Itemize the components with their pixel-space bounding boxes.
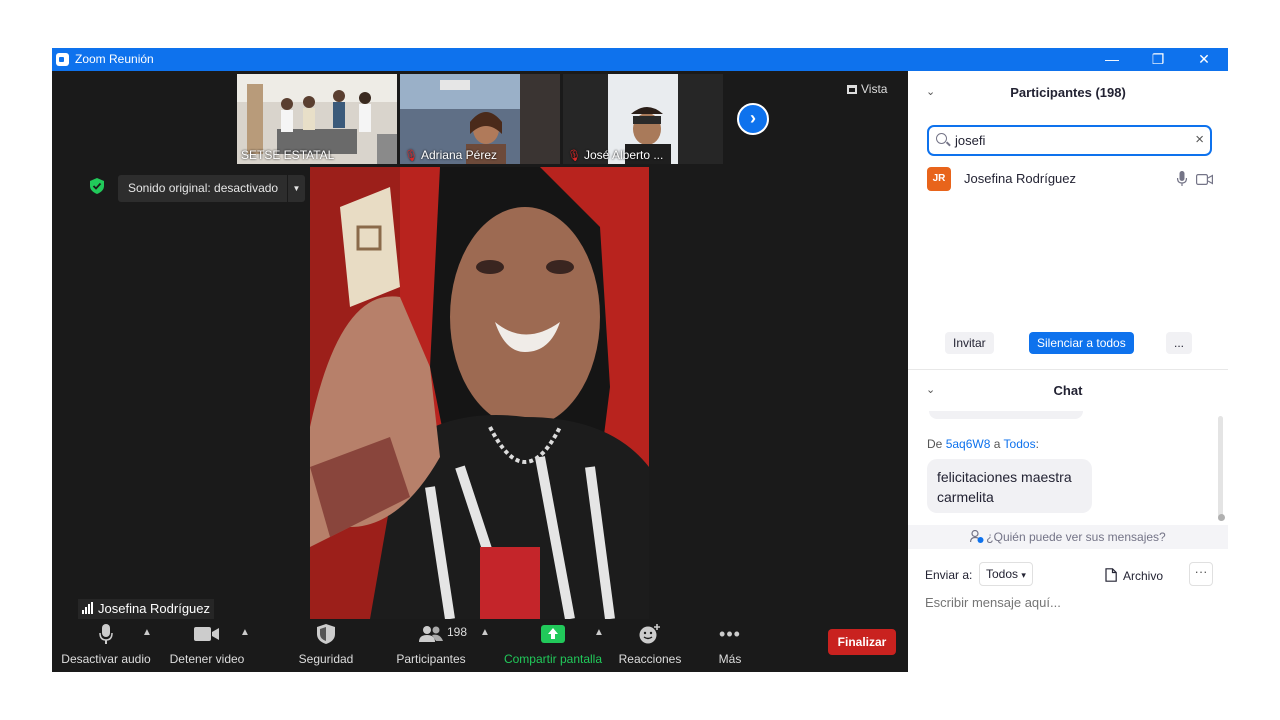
participant-search-input[interactable]: josefi × [927, 125, 1212, 156]
file-button[interactable]: Archivo [1105, 568, 1163, 583]
file-icon [1105, 568, 1117, 582]
chevron-down-icon[interactable]: ▼ [287, 175, 305, 202]
participants-count: 198 [447, 625, 468, 639]
audio-options-caret[interactable]: ▲ [142, 627, 152, 638]
view-grid-icon [847, 85, 857, 94]
participant-name: Josefina Rodríguez [964, 171, 1077, 186]
video-camera-icon[interactable] [1196, 174, 1213, 185]
participants-icon [419, 626, 443, 642]
chat-title: Chat [1053, 383, 1083, 398]
participants-more-button[interactable]: ... [1166, 332, 1193, 354]
chat-recipient: Todos [1003, 437, 1036, 451]
share-screen-button[interactable]: Compartir pantalla [498, 619, 608, 672]
chevron-down-icon: ▾ [1021, 570, 1026, 580]
smiley-icon [639, 624, 660, 644]
chevron-down-icon[interactable]: ⌄ [926, 383, 935, 396]
more-dots-icon: ••• [719, 623, 741, 644]
original-sound-button[interactable]: Sonido original: desactivado ▼ [118, 175, 305, 202]
thumbnail-name: 🎙 José Alberto ... [567, 148, 664, 162]
thumbnail-name: 🎙 Adriana Pérez [404, 148, 498, 162]
zoom-app-icon [56, 53, 69, 66]
video-thumbnail[interactable]: 🎙 Adriana Pérez [400, 74, 560, 164]
share-screen-icon [541, 625, 565, 643]
microphone-icon [99, 624, 113, 644]
mute-audio-button[interactable]: Desactivar audio [60, 619, 152, 672]
share-options-caret[interactable]: ▲ [594, 627, 604, 638]
chat-sender-line: De 5aq6W8 a Todos: [927, 437, 1039, 451]
microphone-icon[interactable] [1177, 171, 1187, 187]
view-button[interactable]: Vista [847, 82, 887, 96]
user-privacy-icon [970, 529, 984, 543]
participants-panel-header: ⌄ Participantes (198) [908, 85, 1228, 107]
security-button[interactable]: Seguridad [288, 619, 364, 672]
muted-mic-icon: 🎙 [404, 150, 418, 162]
chat-message: felicitaciones maestra carmelita [927, 459, 1092, 513]
panel-divider [908, 369, 1228, 370]
video-thumbnail[interactable]: SETSE ESTATAL [237, 74, 397, 164]
speaker-video-feed [310, 167, 649, 619]
more-button[interactable]: ••• Más [702, 619, 758, 672]
participants-title: Participantes (198) [1010, 85, 1126, 100]
clear-search-icon[interactable]: × [1195, 131, 1204, 148]
invite-button[interactable]: Invitar [945, 332, 994, 354]
chat-message-input[interactable] [925, 595, 1205, 610]
participant-list-item[interactable]: JR Josefina Rodríguez [927, 167, 1217, 191]
video-thumbnail[interactable]: 🎙 José Alberto ... [563, 74, 723, 164]
shield-icon [317, 624, 335, 644]
avatar: JR [927, 167, 951, 191]
security-shield-icon [90, 178, 104, 194]
end-meeting-button[interactable]: Finalizar [828, 629, 896, 655]
next-page-button[interactable]: › [737, 103, 769, 135]
stop-video-button[interactable]: Detener video [165, 619, 249, 672]
minimize-button[interactable]: — [1089, 48, 1135, 71]
chat-more-button[interactable]: ··· [1189, 562, 1213, 586]
previous-message-bubble [929, 411, 1083, 419]
restore-button[interactable]: ❐ [1135, 48, 1181, 71]
thumbnail-name: SETSE ESTATAL [241, 148, 335, 162]
send-to-label: Enviar a: [925, 568, 973, 582]
video-camera-icon [194, 627, 219, 641]
search-icon [936, 133, 947, 144]
video-options-caret[interactable]: ▲ [240, 627, 250, 638]
signal-strength-icon [82, 602, 94, 617]
side-panel: ⌄ Participantes (198) josefi × JR Josefi… [908, 71, 1228, 672]
zoom-window: Zoom Reunión — ❐ ✕ SETSE ESTATAL 🎙 Adria… [52, 48, 1228, 672]
title-bar: Zoom Reunión — ❐ ✕ [52, 48, 1228, 71]
meeting-toolbar: Desactivar audio ▲ Detener video ▲ Segur… [52, 619, 908, 672]
active-speaker-name: Josefina Rodríguez [78, 599, 215, 619]
who-can-see-link[interactable]: ¿Quién puede ver sus mensajes? [908, 525, 1228, 549]
mute-all-button[interactable]: Silenciar a todos [1029, 332, 1134, 354]
search-value: josefi [955, 133, 986, 148]
chat-scrollbar[interactable] [1218, 416, 1223, 521]
participants-options-caret[interactable]: ▲ [480, 627, 490, 638]
close-button[interactable]: ✕ [1181, 48, 1227, 71]
muted-mic-icon: 🎙 [567, 150, 581, 162]
chat-panel-header: ⌄ Chat [908, 383, 1228, 405]
meeting-area: SETSE ESTATAL 🎙 Adriana Pérez 🎙 José Alb… [52, 71, 908, 672]
window-title: Zoom Reunión [75, 52, 154, 66]
scrollbar-thumb[interactable] [1218, 514, 1225, 521]
reactions-button[interactable]: Reacciones [614, 619, 686, 672]
chat-sender: 5aq6W8 [945, 437, 991, 451]
chevron-down-icon[interactable]: ⌄ [926, 85, 935, 98]
active-speaker-video [310, 167, 649, 619]
send-to-dropdown[interactable]: Todos ▾ [979, 562, 1033, 586]
